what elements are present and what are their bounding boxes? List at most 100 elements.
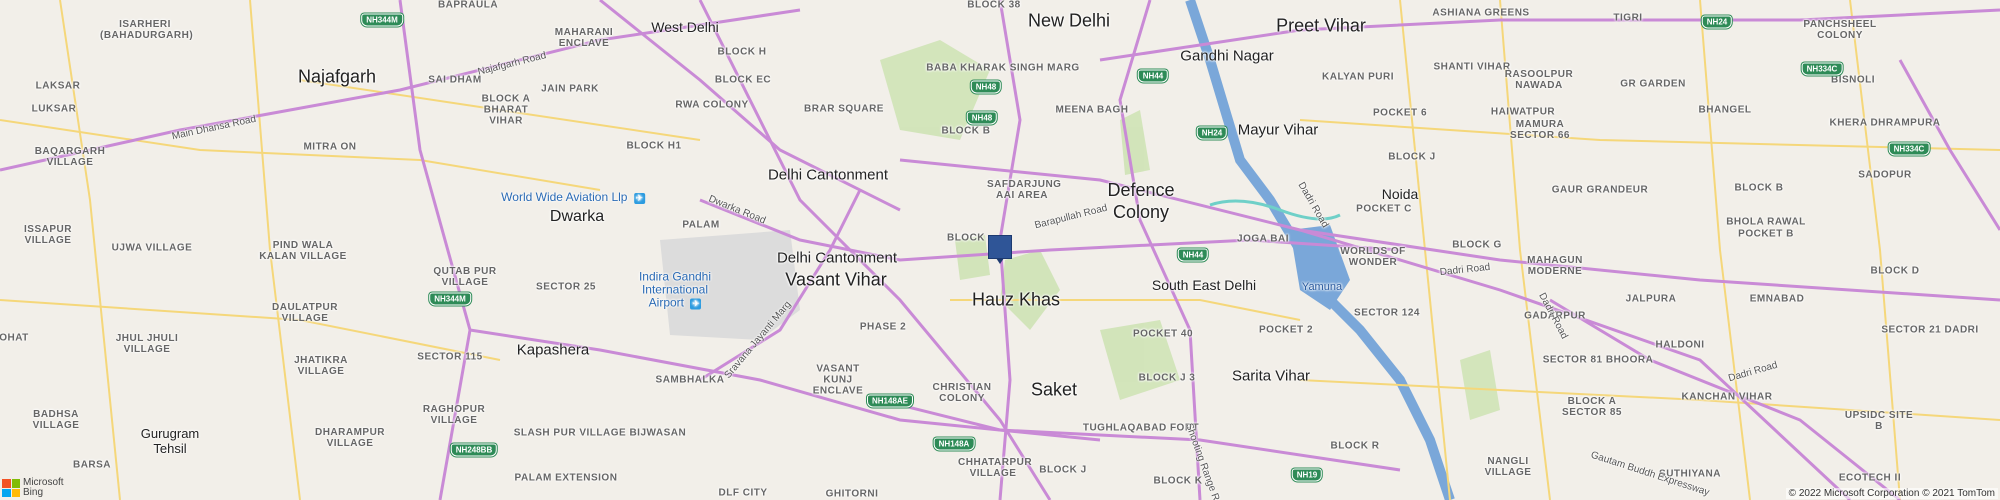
highway-shield: NH48 <box>966 111 998 125</box>
area-label: BLOCK G <box>1452 239 1502 251</box>
area-label: MITRA ON <box>303 141 357 153</box>
area-label: GHITORNI <box>825 488 879 500</box>
area-label: SAFDARJUNG AAI AREA <box>987 179 1062 201</box>
area-label: SAMBHALKA <box>655 374 725 386</box>
area-label: HALDONI <box>1655 339 1705 351</box>
area-label: SECTOR 81 BHOORA <box>1542 354 1654 366</box>
area-label: MAMURA SECTOR 66 <box>1510 119 1570 141</box>
area-label: RAGHOPUR VILLAGE <box>422 404 486 426</box>
bing-logo: Microsoft Bing <box>2 478 64 498</box>
area-label: GR GARDEN <box>1620 78 1686 90</box>
area-label: KHERA DHRAMPURA <box>1829 117 1941 129</box>
highway-shield: NH48 <box>970 80 1002 94</box>
poi-label[interactable]: World Wide Aviation Llp ✈ <box>501 190 645 204</box>
airport-icon: ✈ <box>690 298 702 310</box>
area-label: DHARAMPUR VILLAGE <box>314 427 386 449</box>
area-label: BLOCK A SECTOR 85 <box>1562 396 1622 418</box>
area-label: BLOCK H1 <box>626 140 682 152</box>
poi-label[interactable]: Indira Gandhi International Airport ✈ <box>625 270 725 310</box>
highway-shield: NH24 <box>1701 15 1733 29</box>
area-label: EMNABAD <box>1749 293 1805 305</box>
area-label: WORLDS OF WONDER <box>1340 246 1406 268</box>
area-label: BABA KHARAK SINGH MARG <box>926 62 1080 74</box>
area-label: PANCHSHEEL COLONY <box>1803 19 1877 41</box>
city-label: Gurugram Tehsil <box>140 426 200 456</box>
area-label: JHUL JHULI VILLAGE <box>115 333 179 355</box>
area-label: JOGA BAI <box>1237 233 1289 245</box>
city-label: Najafgarh <box>297 66 377 87</box>
city-label: Hauz Khas <box>971 289 1061 310</box>
area-label: PALAM <box>682 219 720 231</box>
city-label: Noida <box>1381 186 1419 202</box>
area-label: KALYAN PURI <box>1322 71 1394 83</box>
poi-name: World Wide Aviation Llp <box>501 190 628 204</box>
area-label: PIND WALA KALAN VILLAGE <box>259 240 347 262</box>
highway-shield: NH248BB <box>450 443 498 457</box>
area-label: BLOCK B <box>1734 182 1784 194</box>
area-label: BARSA <box>72 459 112 471</box>
area-label: BLOCK H <box>717 46 767 58</box>
area-label: POCKET 40 <box>1132 328 1194 340</box>
area-label: RASOOLPUR NAWADA <box>1504 69 1574 91</box>
area-label: BAQARGARH VILLAGE <box>34 146 106 168</box>
city-label: Sarita Vihar <box>1231 367 1311 385</box>
area-label: MEENA BAGH <box>1055 104 1129 116</box>
map-canvas[interactable]: New Delhi Preet Vihar Najafgarh Gandhi N… <box>0 0 2000 500</box>
area-label: BISNOLI <box>1830 74 1876 86</box>
city-label: Gandhi Nagar <box>1180 47 1274 65</box>
area-label: DLF CITY <box>718 487 768 499</box>
area-label: BLOCK K <box>1153 475 1203 487</box>
area-label: UPSIDC SITE B <box>1844 410 1914 432</box>
city-label: Saket <box>1030 379 1078 400</box>
city-label: Delhi Cantonment <box>767 166 889 184</box>
highway-shield: NH344M <box>361 13 403 27</box>
parks <box>880 40 1500 420</box>
city-label: New Delhi <box>1027 10 1111 31</box>
area-label: TIGRI <box>1613 12 1643 24</box>
location-pin-icon[interactable] <box>988 235 1012 264</box>
area-label: PALAM EXTENSION <box>514 472 618 484</box>
city-label: West Delhi <box>651 19 719 35</box>
area-label: JALPURA <box>1625 293 1677 305</box>
area-label: SECTOR 115 <box>417 351 483 363</box>
city-label: Defence Colony <box>1107 180 1175 222</box>
highway-shield: NH344M <box>429 292 471 306</box>
area-label: BLOCK B <box>941 125 991 137</box>
area-label: BLOCK <box>946 232 986 244</box>
area-label: BRAR SQUARE <box>804 103 884 115</box>
highway-shield: NH148A <box>933 437 975 451</box>
area-label: JAIN PARK <box>541 83 599 95</box>
city-label: South East Delhi <box>1151 277 1257 293</box>
area-label: KANCHAN VIHAR <box>1681 391 1773 403</box>
area-label: BLOCK J <box>1388 151 1436 163</box>
area-label: SECTOR 21 DADRI <box>1881 324 1979 336</box>
area-label: QUTAB PUR VILLAGE <box>433 266 497 288</box>
logo-line2: Bing <box>23 487 44 498</box>
area-label: CHHATARPUR VILLAGE <box>958 457 1033 479</box>
area-label: TUGHLAQABAD FORT <box>1082 422 1200 434</box>
highway-shield: NH334C <box>1801 62 1843 76</box>
area-label: POCKET 2 <box>1258 324 1314 336</box>
area-label: BAPRAULA <box>437 0 499 11</box>
area-label: POCKET B <box>1738 228 1794 240</box>
highway-shield: NH19 <box>1291 468 1323 482</box>
highway-shield: NH334C <box>1888 142 1930 156</box>
area-label: BLOCK J 3 <box>1138 372 1196 384</box>
area-label: PHASE 2 <box>859 321 907 333</box>
area-label: MAHARANI ENCLAVE <box>554 27 614 49</box>
area-label: SLASH PUR VILLAGE BIJWASAN <box>513 427 687 439</box>
city-label: Preet Vihar <box>1276 15 1366 36</box>
airport-icon: ✈ <box>633 193 645 204</box>
copyright-text: © 2022 Microsoft Corporation © 2021 TomT… <box>1785 488 1998 499</box>
area-label: BLOCK J <box>1039 464 1087 476</box>
area-label: CHRISTIAN COLONY <box>932 382 992 404</box>
area-label: MAHAGUN MODERNE <box>1527 255 1583 277</box>
area-label: POCKET 6 <box>1372 107 1428 119</box>
area-label: VASANT KUNJ ENCLAVE <box>812 363 864 397</box>
area-label: HAIWATPUR <box>1490 106 1556 118</box>
area-label: POCKET C <box>1356 203 1412 215</box>
area-label: BLOCK D <box>1870 265 1920 277</box>
highway-shield: NH148AE <box>866 394 914 408</box>
area-label: SADOPUR <box>1858 169 1912 181</box>
highway-shield: NH44 <box>1177 248 1209 262</box>
